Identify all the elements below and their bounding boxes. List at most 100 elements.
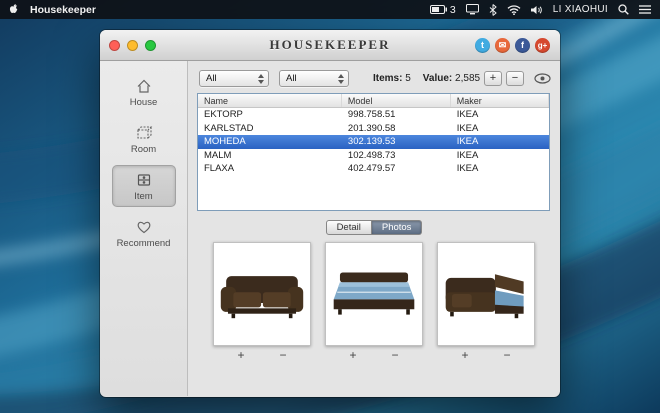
cell-maker: IKEA [451, 123, 549, 134]
toolbar-buttons: + − [484, 71, 551, 86]
display-icon[interactable] [466, 4, 479, 15]
photo-remove-button[interactable]: − [277, 349, 289, 361]
menubar-user[interactable]: LI XIAOHUI [553, 4, 608, 15]
value-value: 2,585 [455, 73, 480, 84]
cell-model: 302.139.53 [342, 136, 451, 147]
sofa-bed-image [331, 263, 417, 325]
sidebar-item-recommend[interactable]: Recommend [112, 212, 176, 254]
menubar: Housekeeper 3 LI XIAOHUI [0, 0, 660, 19]
housekeeper-window: HOUSEKEEPER t ✉ f g+ House [100, 30, 560, 397]
value-label: Value: [423, 73, 452, 84]
close-button[interactable] [109, 40, 120, 51]
room-icon [135, 124, 153, 142]
column-header-name[interactable]: Name [198, 94, 342, 107]
item-icon [135, 171, 153, 189]
sofa-photo-1[interactable] [213, 242, 311, 346]
photo-remove-button[interactable]: − [501, 349, 513, 361]
email-icon[interactable]: ✉ [495, 38, 510, 53]
sidebar-item-label: Room [131, 144, 156, 155]
notification-center-icon[interactable] [639, 5, 651, 14]
view-toggle-button[interactable] [534, 73, 551, 84]
battery-level: 3 [450, 4, 456, 16]
sidebar-item-label: House [130, 97, 157, 108]
column-header-maker[interactable]: Maker [451, 94, 549, 107]
photo-column: + − [213, 242, 311, 361]
detail-photos-tabbar: Detail Photos [197, 220, 551, 235]
volume-icon[interactable] [531, 5, 543, 15]
apple-menu-icon[interactable] [9, 3, 20, 16]
photo-add-button[interactable]: + [235, 349, 247, 361]
cell-maker: IKEA [451, 109, 549, 120]
cell-name: EKTORP [198, 109, 342, 120]
traffic-lights [109, 40, 156, 51]
popup-arrows-icon [338, 74, 344, 84]
spotlight-icon[interactable] [618, 4, 629, 15]
photo-column: + − [437, 242, 535, 361]
tab-photos[interactable]: Photos [372, 220, 423, 235]
sofa-front-image [219, 263, 305, 325]
items-value: 5 [405, 73, 411, 84]
window-titlebar[interactable]: HOUSEKEEPER t ✉ f g+ [100, 30, 560, 61]
sofa-photo-2[interactable] [325, 242, 423, 346]
cell-name: KARLSTAD [198, 123, 342, 134]
remove-item-button[interactable]: − [506, 71, 524, 86]
category-filter-dropdown[interactable]: All [199, 70, 269, 87]
cell-model: 998.758.51 [342, 109, 451, 120]
photo-add-button[interactable]: + [347, 349, 359, 361]
subcategory-filter-dropdown[interactable]: All [279, 70, 349, 87]
table-row[interactable]: EKTORP 998.758.51 IKEA [198, 108, 549, 122]
table-row[interactable]: MALM 102.498.73 IKEA [198, 149, 549, 163]
cell-name: FLAXA [198, 163, 342, 174]
house-icon [135, 77, 153, 95]
eye-icon [534, 73, 551, 84]
add-item-button[interactable]: + [484, 71, 502, 86]
twitter-icon[interactable]: t [475, 38, 490, 53]
photo-controls: + − [347, 349, 401, 361]
cell-name: MALM [198, 150, 342, 161]
table-row[interactable]: FLAXA 402.479.57 IKEA [198, 162, 549, 176]
sidebar-item-label: Item [134, 191, 152, 202]
items-count: Items: 5 [373, 73, 411, 84]
social-links: t ✉ f g+ [475, 38, 550, 53]
items-table: Name Model Maker EKTORP 998.758.51 IKEA … [197, 93, 550, 211]
battery-icon[interactable]: 3 [430, 4, 456, 16]
googleplus-icon[interactable]: g+ [535, 38, 550, 53]
items-label: Items: [373, 73, 402, 84]
toolbar: All All Items: 5 Value: 2,585 + − [199, 68, 551, 88]
wifi-icon[interactable] [507, 5, 521, 15]
facebook-icon[interactable]: f [515, 38, 530, 53]
popup-arrows-icon [258, 74, 264, 84]
photo-add-button[interactable]: + [459, 349, 471, 361]
photo-controls: + − [235, 349, 289, 361]
cell-maker: IKEA [451, 136, 549, 147]
zoom-button[interactable] [145, 40, 156, 51]
tab-detail[interactable]: Detail [326, 220, 372, 235]
category-filter-value: All [206, 73, 217, 84]
cell-maker: IKEA [451, 163, 549, 174]
table-header: Name Model Maker [198, 94, 549, 108]
desktop: Housekeeper 3 LI XIAOHUI [0, 0, 660, 413]
column-header-model[interactable]: Model [342, 94, 451, 107]
sidebar-item-item[interactable]: Item [112, 165, 176, 207]
sidebar-item-room[interactable]: Room [112, 118, 176, 160]
cell-model: 201.390.58 [342, 123, 451, 134]
menubar-app-name[interactable]: Housekeeper [30, 4, 96, 16]
sidebar-item-house[interactable]: House [112, 71, 176, 113]
photo-remove-button[interactable]: − [389, 349, 401, 361]
sofa-photo-3[interactable] [437, 242, 535, 346]
cell-maker: IKEA [451, 150, 549, 161]
total-value: Value: 2,585 [423, 73, 480, 84]
cell-name: MOHEDA [198, 136, 342, 147]
sofa-storage-image [443, 263, 529, 325]
photos-panel: + − [197, 242, 551, 361]
minimize-button[interactable] [127, 40, 138, 51]
main-content: All All Items: 5 Value: 2,585 + − [188, 61, 560, 396]
bluetooth-icon[interactable] [489, 4, 497, 16]
sidebar: House Room Item [100, 61, 188, 396]
table-row[interactable]: KARLSTAD 201.390.58 IKEA [198, 122, 549, 136]
table-row-selected[interactable]: MOHEDA 302.139.53 IKEA [198, 135, 549, 149]
photo-column: + − [325, 242, 423, 361]
heart-icon [135, 218, 153, 236]
sidebar-item-label: Recommend [117, 238, 171, 249]
subcategory-filter-value: All [286, 73, 297, 84]
